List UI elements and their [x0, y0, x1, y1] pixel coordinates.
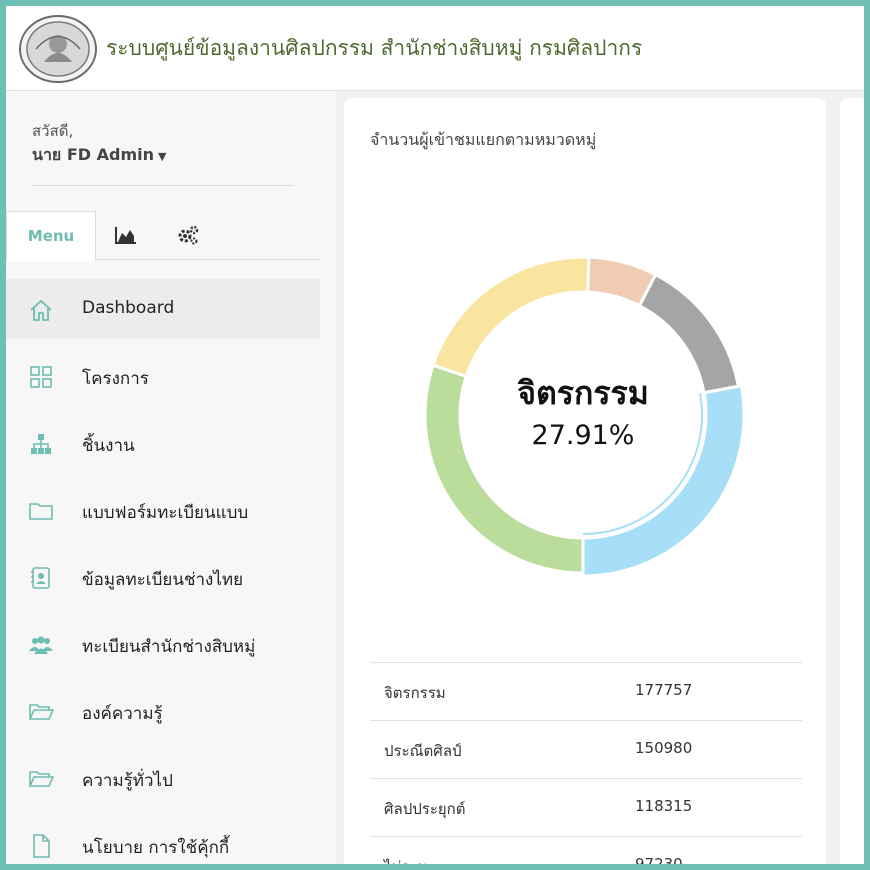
top-bar: ระบบศูนย์ข้อมูลงานศิลปกรรม สำนักช่างสิบห…	[6, 6, 864, 91]
chart-slice-3[interactable]	[431, 255, 591, 379]
sidebar-item-projects[interactable]: โครงการ	[6, 346, 320, 406]
user-menu-dropdown[interactable]: นาย FD Admin ▼	[32, 143, 167, 168]
sidebar-item-registration-form[interactable]: แบบฟอร์มทะเบียนแบบ	[6, 480, 320, 540]
sidebar-item-label: ความรู้ทั่วไป	[82, 771, 173, 791]
right-card	[840, 98, 864, 864]
area-chart-icon[interactable]	[110, 221, 142, 249]
department-seal-logo	[19, 15, 97, 83]
sidebar-item-knowledge[interactable]: องค์ความรู้	[6, 681, 320, 741]
visitor-count: 150980	[635, 739, 693, 757]
tab-menu[interactable]: Menu	[6, 211, 96, 261]
users-icon	[29, 636, 53, 654]
folder-icon	[29, 503, 53, 520]
category-name: ประณีตศิลป์	[384, 742, 462, 760]
table-row: ศิลปประยุกต์ 118315	[370, 779, 802, 837]
app-frame: ระบบศูนย์ข้อมูลงานศิลปกรรม สำนักช่างสิบห…	[6, 6, 864, 864]
category-name: ไม่ระบุ	[384, 855, 427, 864]
sidebar-menu: Dashboard โครงการ ชิ้นงาน แบบฟอร์มทะเบีย…	[6, 279, 320, 864]
table-row: จิตรกรรม 177757	[370, 663, 802, 721]
chart-center-percentage: 27.91%	[531, 420, 635, 451]
chart-center-label: จิตรกรรม	[517, 374, 649, 412]
category-table: จิตรกรรม 177757 ประณีตศิลป์ 150980 ศิลปประยุ…	[370, 662, 802, 864]
sidebar-item-label: โครงการ	[82, 369, 149, 389]
caret-down-icon: ▼	[158, 150, 167, 163]
home-icon	[30, 299, 52, 321]
gears-icon[interactable]	[172, 221, 204, 249]
folder-open-icon	[28, 771, 54, 787]
category-name: จิตรกรรม	[384, 684, 446, 702]
visitors-by-category-card: จำนวนผู้เข้าชมแยกตามหมวดหมู่ จิตรกรรม 27…	[344, 98, 826, 864]
user-name: นาย FD Admin	[32, 145, 155, 164]
sidebar-item-thai-craftsmen[interactable]: ข้อมูลทะเบียนช่างไทย	[6, 547, 320, 607]
greeting-text: สวัสดี,	[32, 122, 74, 140]
sidebar-item-cookie-policy[interactable]: นโยบาย การใช้คุ้กกี้	[6, 815, 320, 864]
sidebar-item-label: Dashboard	[82, 298, 175, 318]
contact-book-icon	[31, 567, 50, 589]
sidebar-item-label: นโยบาย การใช้คุ้กกี้	[82, 838, 230, 858]
sidebar-item-registry[interactable]: ทะเบียนสำนักช่างสิบหมู่	[6, 614, 320, 674]
visitor-count: 118315	[635, 797, 693, 815]
sidebar: สวัสดี, นาย FD Admin ▼ Menu Dashboard โค…	[6, 91, 336, 864]
app-title: ระบบศูนย์ข้อมูลงานศิลปกรรม สำนักช่างสิบห…	[106, 36, 643, 60]
sidebar-item-label: ข้อมูลทะเบียนช่างไทย	[82, 570, 244, 590]
sidebar-item-works[interactable]: ชิ้นงาน	[6, 413, 320, 473]
sidebar-item-label: องค์ความรู้	[82, 704, 163, 724]
table-row: ประณีตศิลป์ 150980	[370, 721, 802, 779]
visitor-count: 177757	[635, 681, 693, 699]
sidebar-tabs: Menu	[6, 211, 320, 261]
file-icon	[33, 834, 50, 858]
sidebar-item-label: แบบฟอร์มทะเบียนแบบ	[82, 503, 249, 523]
grid-icon	[30, 366, 52, 388]
table-row: ไม่ระบุ 97230	[370, 837, 802, 864]
sitemap-icon	[31, 434, 51, 454]
sidebar-item-general-knowledge[interactable]: ความรู้ทั่วไป	[6, 748, 320, 808]
visitor-count: 97230	[635, 855, 683, 864]
category-name: ศิลปประยุกต์	[384, 800, 466, 818]
folder-open-icon	[28, 704, 54, 720]
divider	[32, 185, 294, 186]
sidebar-item-label: ชิ้นงาน	[82, 436, 135, 456]
card-title: จำนวนผู้เข้าชมแยกตามหมวดหมู่	[370, 130, 597, 149]
sidebar-item-dashboard[interactable]: Dashboard	[6, 279, 320, 339]
sidebar-item-label: ทะเบียนสำนักช่างสิบหมู่	[82, 637, 256, 657]
